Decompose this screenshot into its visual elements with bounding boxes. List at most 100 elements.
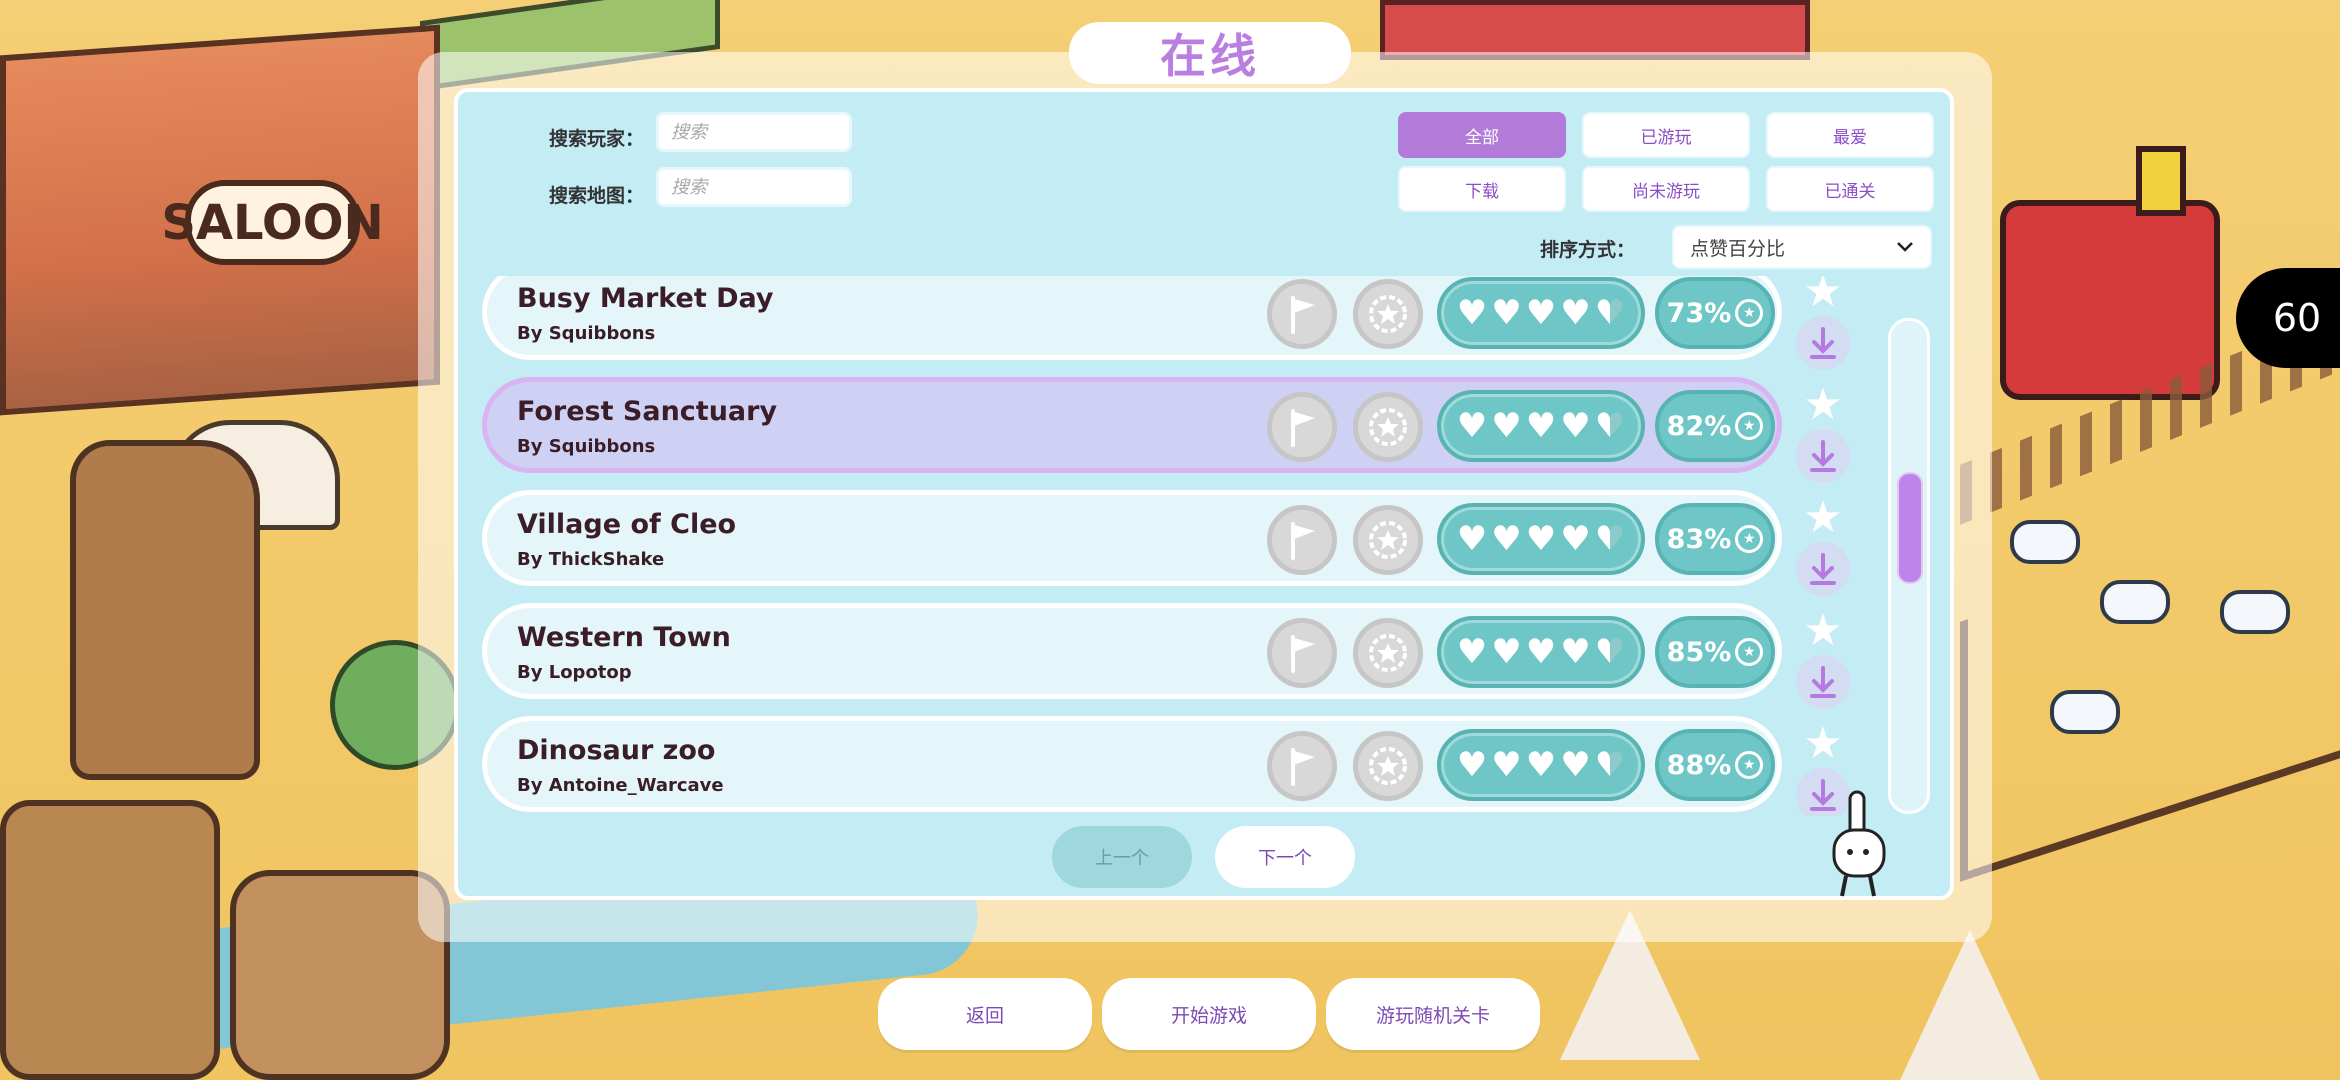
- map-row[interactable]: Busy Market Day By Squibbons ♥ ♥ ♥ ♥ ♥ 73% ★: [482, 276, 1782, 360]
- previous-page-button[interactable]: 上一个: [1052, 826, 1192, 888]
- heart-icon: ♥: [1560, 293, 1591, 333]
- filter-all-button[interactable]: 全部: [1398, 112, 1566, 158]
- flag-icon: [1267, 392, 1337, 462]
- heart-icon: ♥: [1525, 745, 1557, 785]
- filter-unplayed-button[interactable]: 尚未游玩: [1582, 166, 1750, 212]
- download-icon[interactable]: [1796, 429, 1850, 483]
- saloon-sign: SALOON: [161, 180, 384, 265]
- flag-icon: [1267, 505, 1337, 575]
- filter-favorite-button[interactable]: 最爱: [1766, 112, 1934, 158]
- rating-hearts: ♥ ♥ ♥ ♥ ♥: [1437, 277, 1645, 349]
- like-percentage: 73%: [1666, 297, 1732, 329]
- heart-icon: ♥: [1491, 519, 1522, 559]
- medal-icon: [1353, 279, 1423, 349]
- heart-icon: ♥: [1525, 519, 1557, 559]
- back-button[interactable]: 返回: [878, 978, 1092, 1050]
- filter-completed-button[interactable]: 已通关: [1766, 166, 1934, 212]
- scrollbar-thumb[interactable]: [1897, 472, 1923, 584]
- heart-icon: ♥: [1456, 406, 1488, 446]
- medal-icon: [1353, 618, 1423, 688]
- half-heart-icon: ♥: [1594, 745, 1626, 785]
- download-icon[interactable]: [1796, 655, 1850, 709]
- search-map-input[interactable]: [656, 167, 852, 207]
- play-random-level-button[interactable]: 游玩随机关卡: [1326, 978, 1540, 1050]
- ribbon-icon: ★: [1735, 751, 1764, 779]
- rock-formation: [0, 800, 220, 1080]
- heart-icon: ♥: [1456, 293, 1488, 333]
- start-game-button[interactable]: 开始游戏: [1102, 978, 1316, 1050]
- map-author: By Squibbons: [517, 436, 656, 457]
- like-percentage: 83%: [1666, 523, 1732, 555]
- favorite-star-icon[interactable]: ★: [1801, 276, 1845, 314]
- steam-train: [2000, 146, 2220, 400]
- map-author: By ThickShake: [517, 549, 665, 570]
- heart-icon: ♥: [1560, 745, 1591, 785]
- heart-icon: ♥: [1525, 406, 1557, 446]
- map-row[interactable]: Forest Sanctuary By Squibbons ♥ ♥ ♥ ♥ ♥ 82% ★: [482, 377, 1782, 473]
- map-author: By Antoine_Warcave: [517, 775, 724, 796]
- heart-icon: ♥: [1491, 293, 1522, 333]
- chevron-down-icon: [1896, 237, 1914, 258]
- like-percentage-badge: 88% ★: [1655, 729, 1775, 801]
- cow: [2010, 520, 2080, 564]
- like-percentage: 82%: [1666, 410, 1732, 442]
- like-percentage-badge: 85% ★: [1655, 616, 1775, 688]
- heart-icon: ♥: [1560, 406, 1591, 446]
- favorite-star-icon[interactable]: ★: [1801, 609, 1845, 653]
- next-page-button[interactable]: 下一个: [1215, 826, 1355, 888]
- rating-hearts: ♥ ♥ ♥ ♥ ♥: [1437, 729, 1645, 801]
- list-scrollbar[interactable]: [1888, 318, 1930, 814]
- heart-icon: ♥: [1560, 519, 1591, 559]
- favorite-star-icon[interactable]: ★: [1801, 496, 1845, 540]
- ribbon-icon: ★: [1735, 525, 1764, 553]
- heart-icon: ♥: [1491, 406, 1522, 446]
- fps-counter: 60: [2236, 268, 2340, 368]
- search-player-label: 搜索玩家：: [549, 128, 645, 150]
- ribbon-icon: ★: [1735, 412, 1764, 440]
- ribbon-icon: ★: [1735, 299, 1764, 327]
- filter-played-button[interactable]: 已游玩: [1582, 112, 1750, 158]
- teepee: [1900, 930, 2040, 1080]
- map-name: Forest Sanctuary: [517, 396, 778, 427]
- sort-selected-value: 点赞百分比: [1690, 237, 1786, 260]
- heart-icon: ♥: [1560, 632, 1591, 672]
- rating-hearts: ♥ ♥ ♥ ♥ ♥: [1437, 616, 1645, 688]
- half-heart-icon: ♥: [1594, 519, 1626, 559]
- sort-label: 排序方式：: [1540, 239, 1636, 261]
- medal-icon: [1353, 731, 1423, 801]
- cow: [2100, 580, 2170, 624]
- heart-icon: ♥: [1525, 293, 1557, 333]
- map-row[interactable]: Dinosaur zoo By Antoine_Warcave ♥ ♥ ♥ ♥ ♥ 88% ★: [482, 716, 1782, 812]
- like-percentage: 88%: [1666, 749, 1732, 781]
- flag-icon: [1267, 731, 1337, 801]
- half-heart-icon: ♥: [1594, 293, 1626, 333]
- cow: [2220, 590, 2290, 634]
- half-heart-icon: ♥: [1594, 632, 1626, 672]
- rock-formation: [230, 870, 450, 1080]
- like-percentage: 85%: [1666, 636, 1732, 668]
- download-icon[interactable]: [1796, 542, 1850, 596]
- favorite-star-icon[interactable]: ★: [1801, 383, 1845, 427]
- pointer-hand-icon: [1832, 790, 1886, 897]
- heart-icon: ♥: [1456, 632, 1488, 672]
- filter-downloaded-button[interactable]: 下载: [1398, 166, 1566, 212]
- rating-hearts: ♥ ♥ ♥ ♥ ♥: [1437, 390, 1645, 462]
- medal-icon: [1353, 505, 1423, 575]
- heart-icon: ♥: [1456, 745, 1488, 785]
- heart-icon: ♥: [1456, 519, 1488, 559]
- download-icon[interactable]: [1796, 316, 1850, 370]
- map-name: Village of Cleo: [517, 509, 737, 540]
- favorite-star-icon[interactable]: ★: [1801, 722, 1845, 766]
- map-author: By Lopotop: [517, 662, 632, 683]
- sort-dropdown[interactable]: 点赞百分比: [1672, 225, 1932, 269]
- search-player-input[interactable]: [656, 112, 852, 152]
- flag-icon: [1267, 279, 1337, 349]
- map-row[interactable]: Western Town By Lopotop ♥ ♥ ♥ ♥ ♥ 85% ★: [482, 603, 1782, 699]
- red-building: [1380, 0, 1810, 60]
- heart-icon: ♥: [1525, 632, 1557, 672]
- map-row[interactable]: Village of Cleo By ThickShake ♥ ♥ ♥ ♥ ♥ 83% ★: [482, 490, 1782, 586]
- panel-title: 在线: [1069, 22, 1351, 84]
- train-smokestack: [2136, 146, 2186, 216]
- heart-icon: ♥: [1491, 632, 1522, 672]
- ribbon-icon: ★: [1735, 638, 1764, 666]
